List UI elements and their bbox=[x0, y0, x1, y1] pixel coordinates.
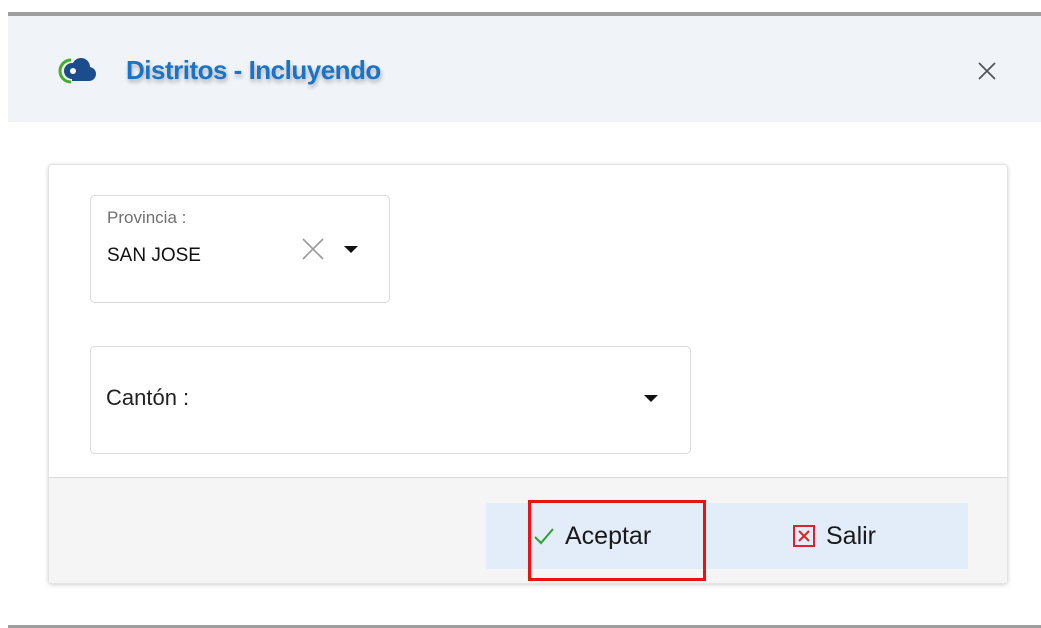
provincia-select[interactable]: Provincia : SAN JOSE bbox=[90, 195, 390, 303]
chevron-down-icon[interactable] bbox=[344, 246, 358, 253]
canton-label: Cantón : bbox=[106, 385, 190, 410]
form-card: Provincia : SAN JOSE Cantón : Aceptar Sa… bbox=[48, 164, 1008, 584]
close-icon[interactable] bbox=[975, 59, 999, 83]
cloud-logo-icon bbox=[58, 58, 96, 84]
accept-button[interactable]: Aceptar bbox=[533, 503, 705, 569]
provincia-value: SAN JOSE bbox=[107, 245, 201, 266]
clear-icon[interactable] bbox=[300, 236, 326, 262]
dialog-footer: Aceptar Salir bbox=[49, 477, 1007, 583]
exit-button[interactable]: Salir bbox=[792, 503, 942, 569]
close-box-icon bbox=[793, 525, 815, 547]
dialog-title: Distritos - Incluyendo bbox=[126, 55, 381, 85]
accept-button-label: Aceptar bbox=[565, 521, 652, 550]
canton-select[interactable]: Cantón : bbox=[90, 346, 691, 454]
dialog-header: Distritos - Incluyendo bbox=[8, 16, 1041, 122]
provincia-label: Provincia : bbox=[107, 208, 187, 227]
exit-button-label: Salir bbox=[826, 521, 877, 550]
chevron-down-icon[interactable] bbox=[644, 395, 658, 402]
button-bar: Aceptar Salir bbox=[486, 503, 968, 569]
dialog: Distritos - Incluyendo Provincia : SAN J… bbox=[8, 12, 1041, 628]
check-icon bbox=[534, 528, 554, 545]
